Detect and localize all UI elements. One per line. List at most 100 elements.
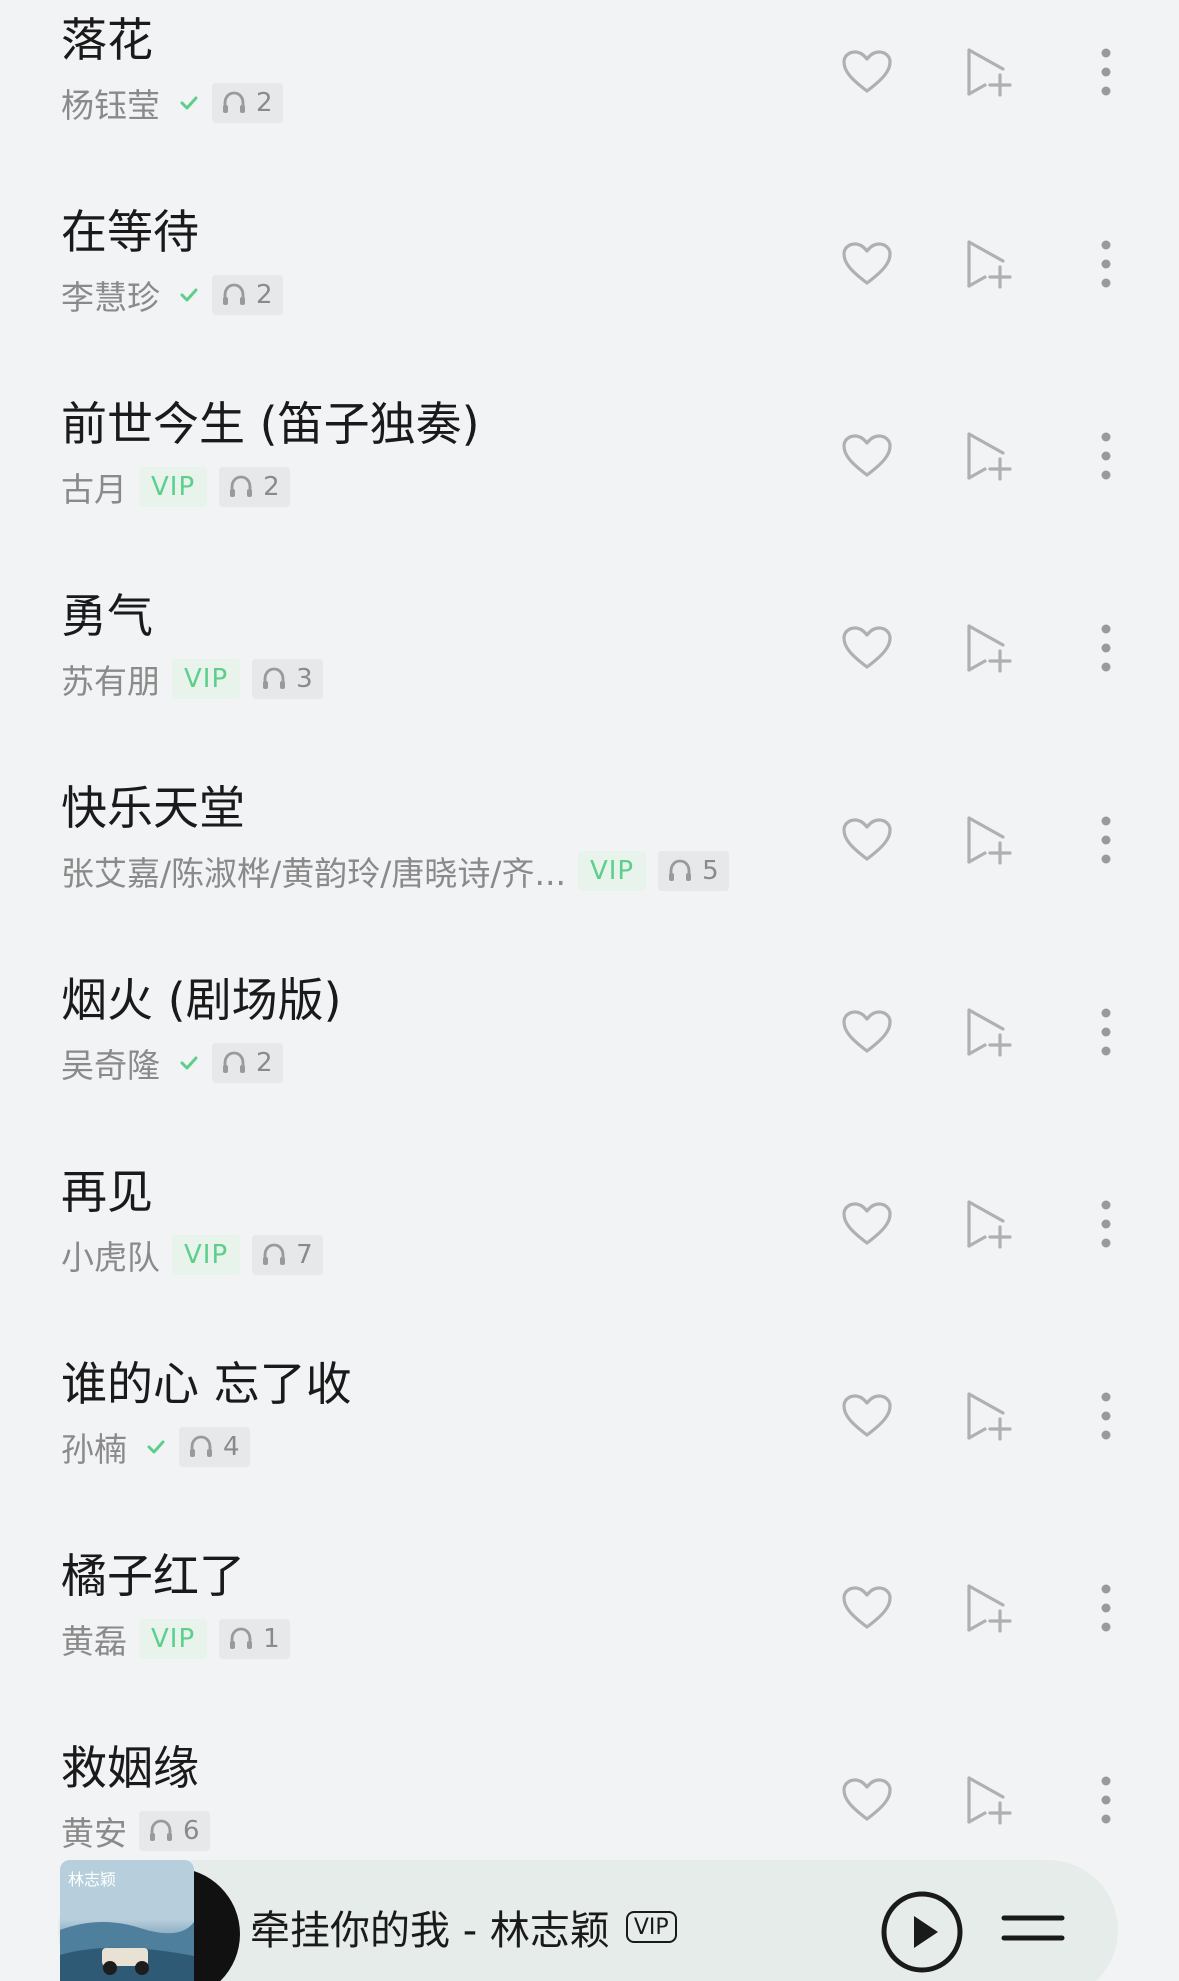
song-title: 再见 [61,1165,153,1219]
like-button[interactable] [837,618,897,678]
song-artist[interactable]: 李慧珍 [61,271,160,319]
more-vertical-icon [1101,816,1111,864]
listen-count-badge: 5 [658,851,729,891]
listen-count: 1 [263,1624,280,1654]
more-options-button[interactable] [1076,1770,1136,1830]
song-row[interactable]: 再见 小虎队 VIP 7 [0,1152,1179,1344]
song-artist[interactable]: 黄磊 [61,1615,127,1663]
like-button[interactable] [837,810,897,870]
like-button[interactable] [837,1578,897,1638]
song-title: 快乐天堂 [61,781,245,835]
play-button[interactable] [880,1890,964,1974]
add-to-playlist-button[interactable] [960,810,1020,870]
vip-badge: VIP [139,1619,208,1659]
song-artist[interactable]: 古月 [61,463,127,511]
like-button[interactable] [837,1002,897,1062]
listen-count: 2 [256,280,273,310]
song-meta: 吴奇隆 2 [61,1040,283,1086]
song-row[interactable]: 落花杨钰莹 2 [0,0,1179,192]
song-row[interactable]: 烟火 (剧场版) 吴奇隆 2 [0,960,1179,1152]
verified-badge [145,1436,167,1458]
heart-icon [842,1202,892,1245]
more-options-button[interactable] [1076,1194,1136,1254]
add-to-playlist-button[interactable] [960,1770,1020,1830]
add-to-playlist-button[interactable] [960,1002,1020,1062]
heart-icon [842,50,892,93]
now-playing-info[interactable]: 牵挂你的我 - 林志颖 VIP [250,1898,677,1956]
song-row[interactable]: 在等待李慧珍 2 [0,192,1179,384]
add-to-playlist-icon [967,1008,1012,1057]
add-to-playlist-button[interactable] [960,42,1020,102]
song-meta: 黄磊 VIP 1 [61,1616,290,1662]
more-options-button[interactable] [1076,1002,1136,1062]
check-icon [147,1440,165,1454]
more-options-button[interactable] [1076,42,1136,102]
song-title: 在等待 [61,205,199,259]
listen-count: 2 [256,1048,273,1078]
song-meta: 苏有朋 VIP 3 [61,656,323,702]
more-options-button[interactable] [1076,1386,1136,1446]
playlist-button[interactable] [1000,1904,1070,1964]
song-row[interactable]: 橘子红了 黄磊 VIP 1 [0,1536,1179,1728]
like-button[interactable] [837,234,897,294]
headphones-icon [223,91,245,113]
add-to-playlist-button[interactable] [960,426,1020,486]
listen-count: 3 [296,664,313,694]
song-row[interactable]: 前世今生 (笛子独奏) 古月 VIP 2 [0,384,1179,576]
heart-icon [842,434,892,477]
listen-count-badge: 2 [212,1043,283,1083]
like-button[interactable] [837,1770,897,1830]
song-artist[interactable]: 张艾嘉/陈淑桦/黄韵玲/唐晓诗/齐... [61,847,566,895]
album-cover-wrap[interactable]: 林志颖 [58,1860,240,1981]
song-row[interactable]: 谁的心 忘了收 孙楠 4 [0,1344,1179,1536]
add-to-playlist-icon [967,816,1012,865]
song-row[interactable]: 勇气 苏有朋 VIP 3 [0,576,1179,768]
song-artist[interactable]: 吴奇隆 [61,1039,160,1087]
song-artist[interactable]: 苏有朋 [61,655,160,703]
song-artist[interactable]: 黄安 [61,1807,127,1855]
more-options-button[interactable] [1076,1578,1136,1638]
song-list: 落花 杨钰莹 2 在等待 李慧珍 2 前世今生 (笛子独奏) 古月 VIP 2 勇气 苏有朋 VIP 3 快… [0,0,1179,1920]
like-button[interactable] [837,42,897,102]
add-to-playlist-button[interactable] [960,1578,1020,1638]
song-meta: 杨钰莹 2 [61,80,283,126]
add-to-playlist-icon [967,48,1012,97]
add-to-playlist-button[interactable] [960,618,1020,678]
more-vertical-icon [1101,432,1111,480]
song-meta: 古月 VIP 2 [61,464,290,510]
song-row[interactable]: 快乐天堂张艾嘉/陈淑桦/黄韵玲/唐晓诗/齐... VIP 5 [0,768,1179,960]
more-vertical-icon [1101,624,1111,672]
play-icon [881,1891,963,1973]
listen-count: 2 [256,88,273,118]
vip-badge: VIP [172,1235,241,1275]
mini-player[interactable]: 林志颖 牵挂你的我 - 林志颖 VIP [58,1860,1118,1981]
vip-badge: VIP [577,851,647,891]
check-icon [180,96,198,110]
more-options-button[interactable] [1076,618,1136,678]
headphones-icon [190,1435,212,1457]
song-artist[interactable]: 小虎队 [61,1231,160,1279]
like-button[interactable] [837,426,897,486]
verified-badge [178,92,200,114]
song-artist[interactable]: 孙楠 [61,1423,127,1471]
add-to-playlist-icon [967,1392,1012,1441]
add-to-playlist-button[interactable] [960,234,1020,294]
more-options-button[interactable] [1076,810,1136,870]
like-button[interactable] [837,1194,897,1254]
add-to-playlist-icon [967,240,1012,289]
listen-count-badge: 2 [212,83,283,123]
more-vertical-icon [1101,1200,1111,1248]
add-to-playlist-icon [967,1200,1012,1249]
more-options-button[interactable] [1076,426,1136,486]
song-title: 前世今生 (笛子独奏) [61,397,480,451]
song-title: 落花 [61,13,153,67]
like-button[interactable] [837,1386,897,1446]
more-vertical-icon [1101,1008,1111,1056]
listen-count-badge: 1 [219,1619,290,1659]
more-options-button[interactable] [1076,234,1136,294]
song-artist[interactable]: 杨钰莹 [61,79,160,127]
add-to-playlist-button[interactable] [960,1194,1020,1254]
song-meta: 小虎队 VIP 7 [61,1232,323,1278]
headphones-icon [263,667,286,689]
add-to-playlist-button[interactable] [960,1386,1020,1446]
